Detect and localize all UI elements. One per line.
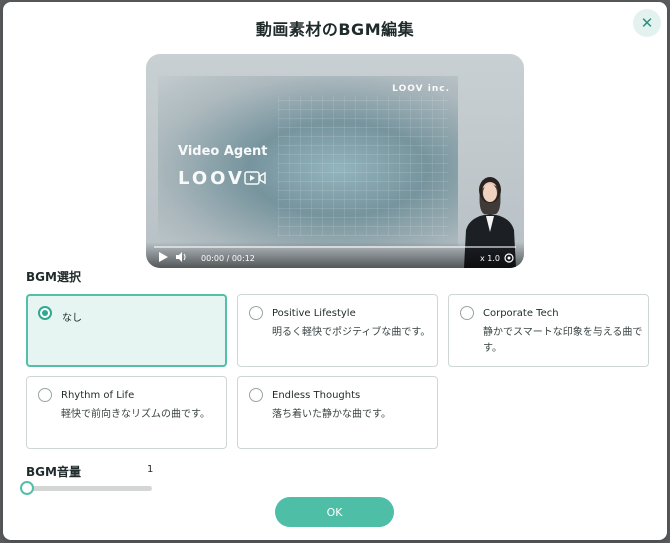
bgm-option-description: 軽快で前向きなリズムの曲です。 [61,409,210,420]
video-progress-bar[interactable] [154,246,516,248]
bgm-option-title: Positive Lifestyle [272,308,356,319]
video-player[interactable]: LOOV inc. Video Agent LOOV 00:00 / 00:12… [146,54,524,268]
radio-icon[interactable] [249,306,263,320]
bgm-option-title: Endless Thoughts [272,390,361,401]
video-camera-icon [244,171,266,185]
bgm-option-description: 落ち着いた静かな曲です。 [272,409,391,420]
radio-icon[interactable] [249,388,263,402]
bgm-option-rhythm-of-life[interactable]: Rhythm of Life 軽快で前向きなリズムの曲です。 [26,376,227,449]
bgm-option-title: Corporate Tech [483,308,559,319]
bgm-section-label: BGM選択 [26,270,81,284]
close-icon: ✕ [640,14,654,32]
bgm-volume-slider[interactable] [26,486,152,491]
slide-background-graphic [278,96,448,236]
bgm-volume-value: 1 [147,464,154,475]
bgm-option-none[interactable]: なし [26,294,227,367]
bgm-option-corporate-tech[interactable]: Corporate Tech 静かでスマートな印象を与える曲です。 [448,294,649,367]
time-display: 00:00 / 00:12 [201,254,255,263]
bgm-option-positive-lifestyle[interactable]: Positive Lifestyle 明るく軽快でポジティブな曲です。 [237,294,438,367]
radio-selected-icon[interactable] [38,306,52,320]
bgm-option-title: なし [62,313,82,324]
bgm-volume-slider-thumb[interactable] [20,481,34,495]
bgm-volume-label: BGM音量 [26,465,81,479]
radio-icon[interactable] [38,388,52,402]
video-slide: LOOV inc. Video Agent LOOV [158,76,458,246]
slide-logo: LOOV [178,168,245,189]
radio-icon[interactable] [460,306,474,320]
playback-speed[interactable]: x 1.0 [480,254,500,263]
ok-button[interactable]: OK [275,497,394,527]
bgm-option-endless-thoughts[interactable]: Endless Thoughts 落ち着いた静かな曲です。 [237,376,438,449]
close-button[interactable]: ✕ [633,9,661,37]
slide-brand-label: LOOV inc. [392,84,450,94]
bgm-option-description: 明るく軽快でポジティブな曲です。 [272,327,431,338]
volume-icon[interactable] [176,252,187,262]
bgm-option-description: 静かでスマートな印象を与える曲です。 [483,327,643,354]
bgm-option-title: Rhythm of Life [61,390,135,401]
modal-title: 動画素材のBGM編集 [255,20,415,39]
slide-heading: Video Agent [178,144,268,159]
bgm-edit-modal: 動画素材のBGM編集 ✕ LOOV inc. Video Agent LOOV [3,2,667,540]
settings-icon[interactable] [504,253,514,263]
play-icon[interactable] [158,252,168,262]
